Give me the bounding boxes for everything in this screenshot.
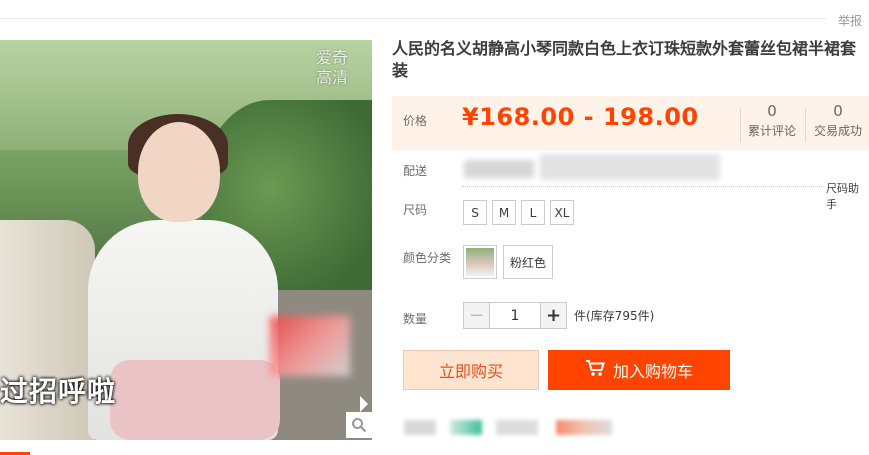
size-option-m[interactable]: M	[492, 200, 516, 225]
reviews-count: 0	[767, 102, 777, 120]
image-subtitle: 过招呼啦	[0, 375, 117, 408]
promo-badge-blurred	[556, 420, 612, 435]
shipping-dest-blurred[interactable]	[540, 154, 720, 180]
color-option-pink[interactable]: 粉红色	[503, 245, 554, 279]
reviews-stat[interactable]: 0 累计评论	[740, 102, 804, 139]
video-watermark: 爱奇 高清	[316, 48, 349, 87]
promo-badge-blurred	[496, 420, 538, 435]
stock-text: 件(库存795件)	[574, 309, 655, 323]
deals-count: 0	[833, 102, 843, 120]
magnifier-icon[interactable]	[346, 412, 372, 438]
color-options: 粉红色	[463, 245, 554, 279]
size-label: 尺码	[403, 203, 428, 217]
quantity-stepper: − 1 + 件(库存795件)	[463, 302, 654, 329]
add-to-cart-button[interactable]: 加入购物车	[548, 350, 730, 390]
color-label: 颜色分类	[403, 251, 452, 265]
minus-icon[interactable]: −	[463, 302, 490, 329]
deals-label: 交易成功	[813, 124, 862, 138]
color-thumbnail[interactable]	[463, 245, 497, 279]
product-image[interactable]: 爱奇 高清 过招呼啦	[0, 40, 372, 440]
size-option-s[interactable]: S	[463, 200, 487, 225]
size-options: S M L XL	[463, 200, 574, 225]
promo-badge-blurred	[450, 420, 482, 435]
size-option-xl[interactable]: XL	[550, 200, 574, 225]
deals-stat: 0 交易成功	[806, 102, 869, 139]
add-to-cart-label: 加入购物车	[612, 362, 693, 381]
report-link[interactable]: 举报	[838, 12, 862, 29]
reviews-label: 累计评论	[747, 124, 796, 138]
size-option-l[interactable]: L	[521, 200, 545, 225]
top-divider	[0, 18, 826, 19]
product-title: 人民的名义胡静高小琴同款白色上衣订珠短款外套蕾丝包裙半裙套装	[392, 39, 857, 80]
price-label: 价格	[403, 114, 428, 128]
plus-icon[interactable]: +	[540, 302, 567, 329]
next-image-arrow-icon[interactable]	[360, 396, 368, 412]
blurred-overlay	[270, 316, 350, 376]
price-value: ¥168.00 - 198.00	[462, 103, 699, 131]
quantity-label: 数量	[403, 312, 428, 326]
size-helper-link[interactable]: 尺码助手	[826, 180, 869, 212]
shopping-cart-icon	[585, 359, 605, 381]
shipping-label: 配送	[403, 164, 428, 178]
buy-now-button[interactable]: 立即购买	[403, 350, 539, 390]
promo-badge-blurred	[404, 420, 436, 435]
quantity-input[interactable]: 1	[490, 302, 540, 329]
shipping-origin-blurred	[464, 160, 534, 178]
